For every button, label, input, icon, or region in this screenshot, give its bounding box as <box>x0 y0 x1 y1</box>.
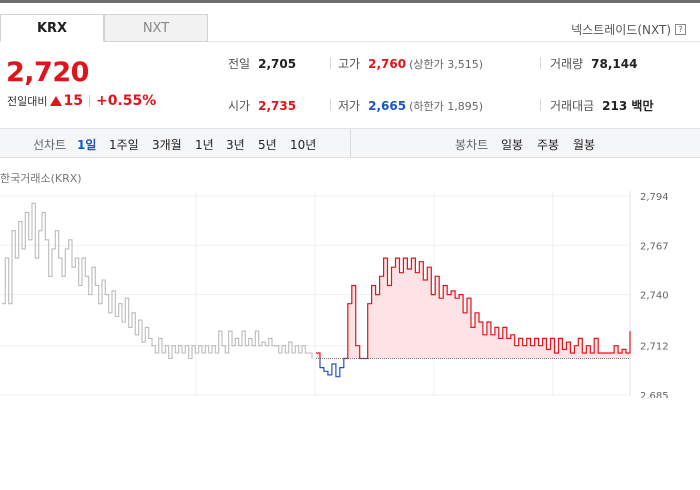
chart-svg: 2,685 2,712 2,740 2,767 2,794 <box>0 191 669 402</box>
line-chart-label: 선차트 <box>33 138 67 152</box>
change-value: 15 <box>63 93 83 109</box>
y-tick-label: 2,685 <box>640 391 669 398</box>
nxt-exchange-label: 넥스트레이드(NXT) <box>571 23 671 37</box>
up-arrow-icon <box>50 96 63 106</box>
period-3m[interactable]: 3개월 <box>152 136 182 153</box>
stat-label: 고가 <box>338 57 361 71</box>
candle-chart-label: 봉차트 <box>455 138 489 152</box>
stat-open: 시가 2,735 <box>228 97 296 114</box>
stat-low: 저가 2,665 (하한가 1,895) <box>338 97 483 114</box>
stat-label: 전일 <box>228 57 251 71</box>
period-5y[interactable]: 5년 <box>258 136 277 153</box>
period-1w[interactable]: 1주일 <box>109 136 139 153</box>
series-previous-day-line <box>2 202 313 360</box>
stat-value: 78,144 <box>591 57 638 71</box>
nxt-exchange-link[interactable]: 넥스트레이드(NXT) ? <box>571 21 686 38</box>
divider <box>330 99 331 111</box>
stat-value: 2,760 <box>368 57 407 71</box>
stat-high: 고가 2,760 (상한가 3,515) <box>338 55 483 72</box>
current-price: 2,720 <box>6 57 89 88</box>
chart-title: 한국거래소(KRX) <box>0 172 82 185</box>
period-10y[interactable]: 10년 <box>290 136 316 153</box>
stat-label: 시가 <box>228 99 251 113</box>
stat-value: 2,665 <box>368 99 407 113</box>
chart-toolbar: 선차트 1일 1주일 3개월 1년 3년 5년 10년 봉차트 일봉 주봉 월봉 <box>0 128 700 158</box>
tab-krx[interactable]: KRX <box>0 14 104 42</box>
y-tick-label: 2,712 <box>640 342 669 353</box>
stat-sub: (하한가 1,895) <box>409 100 483 113</box>
stat-prev-close: 전일 2,705 <box>228 55 296 72</box>
help-icon[interactable]: ? <box>675 24 686 35</box>
stat-label: 거래량 <box>550 57 584 71</box>
tab-underline <box>208 41 700 42</box>
period-1y[interactable]: 1년 <box>195 136 214 153</box>
candle-monthly[interactable]: 월봉 <box>573 136 595 153</box>
change-label: 전일대비 <box>7 95 48 108</box>
divider <box>330 57 331 69</box>
stat-sub: (상한가 3,515) <box>409 58 483 71</box>
stat-label: 거래대금 <box>550 99 595 113</box>
top-border <box>0 0 700 3</box>
candle-daily[interactable]: 일봉 <box>501 136 523 153</box>
stat-value: 2,705 <box>258 57 297 71</box>
change-percent: +0.55% <box>95 93 157 109</box>
stat-label: 저가 <box>338 99 361 113</box>
period-3y[interactable]: 3년 <box>226 136 245 153</box>
exchange-tabs: KRX NXT <box>0 14 208 42</box>
divider <box>88 95 90 107</box>
period-1d[interactable]: 1일 <box>77 136 96 153</box>
tab-nxt[interactable]: NXT <box>104 14 208 42</box>
stat-value: 213 백만 <box>602 99 654 113</box>
divider <box>540 99 541 111</box>
stat-value: 2,735 <box>258 99 297 113</box>
divider <box>540 57 541 69</box>
stat-amount: 거래대금 213 백만 <box>550 97 653 114</box>
price-chart: 한국거래소(KRX) 2,685 2,712 2,740 2,767 2,794 <box>0 158 700 402</box>
stat-volume: 거래량 78,144 <box>550 55 637 72</box>
y-tick-label: 2,794 <box>640 192 669 203</box>
price-change: 전일대비 15 +0.55% <box>7 93 156 109</box>
toolbar-divider <box>350 129 351 157</box>
candle-weekly[interactable]: 주봉 <box>537 136 559 153</box>
y-tick-label: 2,767 <box>640 241 669 252</box>
y-tick-label: 2,740 <box>640 291 669 302</box>
